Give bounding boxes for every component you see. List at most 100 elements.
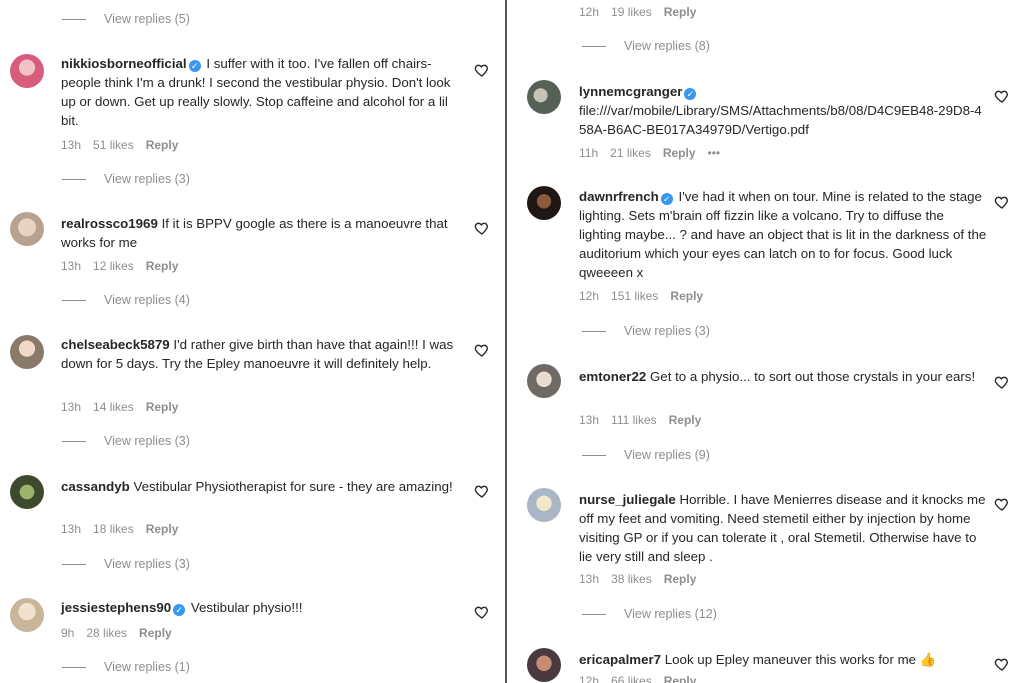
reply-button[interactable]: Reply	[664, 572, 697, 586]
divider-line	[62, 563, 86, 565]
comment-text: jessiestephens90 ✓ Vestibular physio!!!	[61, 600, 303, 616]
timestamp: 12h	[579, 289, 600, 303]
username[interactable]: jessiestephens90	[61, 600, 171, 615]
view-replies-button[interactable]: View replies (9)	[582, 448, 710, 462]
avatar[interactable]	[527, 488, 561, 522]
like-count[interactable]: 14 likes	[93, 400, 134, 414]
view-replies-button[interactable]: View replies (1)	[62, 660, 190, 674]
timestamp: 9h	[61, 626, 75, 640]
username[interactable]: lynnemcgranger	[579, 84, 682, 99]
avatar[interactable]	[527, 364, 561, 398]
divider-line	[62, 18, 86, 20]
comment-meta: 12h 19 likes Reply	[579, 5, 708, 19]
comment-text: cassandyb Vestibular Physiotherapist for…	[61, 479, 453, 494]
heart-icon[interactable]	[474, 483, 490, 499]
comment-meta: 13h 14 likes Reply	[61, 400, 190, 414]
timestamp: 12h	[579, 5, 600, 19]
like-count[interactable]: 12 likes	[93, 259, 134, 273]
like-count[interactable]: 19 likes	[611, 5, 652, 19]
avatar[interactable]	[10, 335, 44, 369]
comment-text: nikkiosborneofficial ✓ I suffer with it t…	[61, 56, 451, 128]
comment-meta: 9h 28 likes Reply	[61, 626, 184, 640]
divider-line	[582, 330, 606, 332]
username[interactable]: nikkiosborneofficial	[61, 56, 187, 71]
avatar[interactable]	[527, 80, 561, 114]
avatar[interactable]	[10, 475, 44, 509]
username[interactable]: chelseabeck5879	[61, 337, 170, 352]
reply-button[interactable]: Reply	[139, 626, 172, 640]
comment-text: ericapalmer7 Look up Epley maneuver this…	[579, 652, 937, 667]
reply-button[interactable]: Reply	[664, 674, 697, 683]
like-count[interactable]: 111 likes	[611, 413, 657, 427]
heart-icon[interactable]	[994, 88, 1010, 104]
view-replies-button[interactable]: View replies (8)	[582, 39, 710, 53]
reply-button[interactable]: Reply	[146, 522, 179, 536]
comment-text: lynnemcgranger ✓ file:///var/mobile/Libra…	[579, 82, 989, 139]
comment-meta: 13h 12 likes Reply	[61, 259, 190, 273]
avatar[interactable]	[10, 598, 44, 632]
reply-button[interactable]: Reply	[670, 289, 703, 303]
like-count[interactable]: 28 likes	[86, 626, 127, 640]
heart-icon[interactable]	[994, 374, 1010, 390]
username[interactable]: ericapalmer7	[579, 652, 661, 667]
like-count[interactable]: 151 likes	[611, 289, 658, 303]
verified-badge-icon: ✓	[660, 193, 673, 205]
heart-icon[interactable]	[994, 194, 1010, 210]
heart-icon[interactable]	[994, 496, 1010, 512]
right-comments-panel: 12h 19 likes Reply View replies (8) lynnem…	[510, 0, 1024, 683]
comment-meta: 13h 38 likes Reply	[579, 572, 708, 586]
reply-button[interactable]: Reply	[146, 400, 179, 414]
view-replies-button[interactable]: View replies (4)	[62, 293, 190, 307]
heart-icon[interactable]	[474, 220, 490, 236]
heart-icon[interactable]	[474, 62, 490, 78]
reply-button[interactable]: Reply	[669, 413, 702, 427]
view-replies-button[interactable]: View replies (3)	[62, 172, 190, 186]
heart-icon[interactable]	[474, 342, 490, 358]
timestamp: 13h	[61, 138, 82, 152]
timestamp: 13h	[61, 400, 82, 414]
view-replies-button[interactable]: View replies (5)	[62, 12, 190, 26]
verified-badge-icon: ✓	[188, 60, 201, 72]
like-count[interactable]: 66 likes	[611, 674, 652, 683]
attachment-link[interactable]: file:///var/mobile/Library/SMS/Attachmen…	[579, 103, 982, 137]
reply-button[interactable]: Reply	[663, 146, 696, 160]
comment-text: dawnrfrench ✓ I've had it when on tour. M…	[579, 189, 987, 280]
like-count[interactable]: 18 likes	[93, 522, 134, 536]
divider-line	[582, 454, 606, 456]
comment-meta: 12h 151 likes Reply	[579, 289, 715, 303]
like-count[interactable]: 51 likes	[93, 138, 134, 152]
username[interactable]: emtoner22	[579, 369, 646, 384]
reply-button[interactable]: Reply	[146, 259, 179, 273]
reply-button[interactable]: Reply	[146, 138, 179, 152]
heart-icon[interactable]	[474, 604, 490, 620]
left-comments-panel: View replies (5) nikkiosborneofficial ✓ I…	[0, 0, 502, 683]
username[interactable]: realrossco1969	[61, 216, 158, 231]
username[interactable]: nurse_juliegale	[579, 492, 676, 507]
avatar[interactable]	[527, 648, 561, 682]
timestamp: 13h	[579, 572, 600, 586]
divider-line	[62, 178, 86, 180]
view-replies-button[interactable]: View replies (12)	[582, 607, 717, 621]
like-count[interactable]: 21 likes	[610, 146, 651, 160]
more-options-icon[interactable]: •••	[708, 146, 721, 160]
avatar[interactable]	[10, 212, 44, 246]
divider-line	[582, 45, 606, 47]
verified-badge-icon: ✓	[684, 88, 697, 100]
comment-text: emtoner22 Get to a physio... to sort out…	[579, 369, 976, 384]
view-replies-button[interactable]: View replies (3)	[62, 557, 190, 571]
view-replies-button[interactable]: View replies (3)	[582, 324, 710, 338]
reply-button[interactable]: Reply	[664, 5, 697, 19]
username[interactable]: dawnrfrench	[579, 189, 659, 204]
view-replies-button[interactable]: View replies (3)	[62, 434, 190, 448]
timestamp: 11h	[579, 146, 599, 160]
heart-icon[interactable]	[994, 656, 1010, 672]
like-count[interactable]: 38 likes	[611, 572, 652, 586]
username[interactable]: cassandyb	[61, 479, 130, 494]
comment-meta: 13h 51 likes Reply	[61, 138, 190, 152]
comment-meta: 12h 66 likes Reply	[579, 674, 708, 683]
divider-line	[582, 613, 606, 615]
comment-meta: 13h 18 likes Reply	[61, 522, 190, 536]
comment-meta: 13h 111 likes Reply	[579, 413, 713, 427]
avatar[interactable]	[527, 186, 561, 220]
avatar[interactable]	[10, 54, 44, 88]
